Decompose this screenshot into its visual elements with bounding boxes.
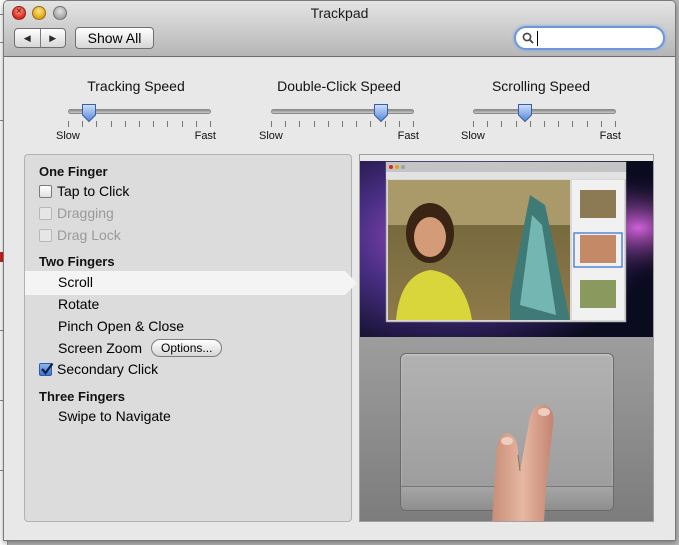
tracking-speed-thumb[interactable] [81, 103, 97, 123]
tracking-speed-label: Tracking Speed [87, 78, 185, 94]
secondary-click-checkbox[interactable] [39, 362, 54, 376]
slider-tick [487, 121, 488, 127]
slider-tick [601, 121, 602, 127]
two-finger-hand-icon [492, 404, 554, 521]
dragging-checkbox [39, 206, 52, 220]
window-title: Trackpad [310, 5, 369, 21]
scrolling-speed-label: Scrolling Speed [491, 78, 591, 94]
window-toolbar: × Trackpad ◀ ▶ Show All [4, 1, 675, 57]
checkmark-icon [41, 362, 54, 375]
forward-button[interactable]: ▶ [41, 29, 66, 47]
scrolling-speed-track[interactable] [473, 109, 616, 114]
trackpad-preferences-window: × Trackpad ◀ ▶ Show All Tracking Speed S… [3, 0, 676, 541]
slider-tick [111, 121, 112, 127]
drag-lock-row: Drag Lock [39, 227, 121, 243]
slider-tick [271, 121, 272, 127]
trackpad-illustration [360, 337, 653, 521]
double-click-speed-track[interactable] [271, 109, 414, 114]
gesture-preview [359, 154, 654, 522]
dragging-label: Dragging [57, 205, 114, 221]
slider-ticks [473, 121, 616, 128]
one-finger-heading: One Finger [39, 164, 108, 179]
slider-tick [299, 121, 300, 127]
slider-tick [615, 121, 616, 127]
search-field[interactable] [514, 26, 665, 50]
slider-tick [342, 121, 343, 127]
slider-max-label: Fast [599, 130, 621, 142]
pinch-row[interactable]: Pinch Open & Close [58, 318, 184, 334]
desktop-preview-image [360, 155, 653, 337]
show-all-button[interactable]: Show All [75, 27, 154, 49]
slider-tick [572, 121, 573, 127]
slider-tick [210, 121, 211, 127]
dragging-row: Dragging [39, 205, 114, 221]
two-fingers-heading: Two Fingers [39, 254, 115, 269]
tap-to-click-row[interactable]: Tap to Click [39, 183, 129, 199]
drag-lock-label: Drag Lock [57, 227, 121, 243]
slider-tick [356, 121, 357, 127]
slider-tick [473, 121, 474, 127]
scrolling-speed-slider-group: Scrolling Speed Slow Fast [461, 78, 621, 148]
drag-lock-checkbox [39, 228, 52, 242]
back-button[interactable]: ◀ [15, 29, 41, 47]
double-click-speed-slider-group: Double-Click Speed Slow Fast [259, 78, 419, 148]
slider-tick [399, 121, 400, 127]
slider-tick [196, 121, 197, 127]
double-click-speed-label: Double-Click Speed [277, 78, 401, 94]
three-fingers-heading: Three Fingers [39, 389, 125, 404]
search-input[interactable] [536, 30, 656, 46]
slider-tick [328, 121, 329, 127]
screen-zoom-options-button[interactable]: Options... [151, 339, 223, 357]
slider-tick [139, 121, 140, 127]
slider-tick [125, 121, 126, 127]
secondary-click-label: Secondary Click [57, 361, 159, 377]
screen-zoom-label: Screen Zoom [58, 340, 143, 356]
slider-tick [558, 121, 559, 127]
slider-min-label: Slow [259, 130, 283, 142]
slider-max-label: Fast [194, 130, 216, 142]
forward-arrow-icon: ▶ [49, 32, 57, 43]
selection-arrow [345, 271, 357, 295]
double-click-speed-thumb[interactable] [373, 103, 389, 123]
back-arrow-icon: ◀ [23, 32, 31, 43]
slider-min-label: Slow [56, 130, 80, 142]
secondary-click-row[interactable]: Secondary Click [39, 361, 158, 377]
slider-tick [370, 121, 371, 127]
scrolling-speed-thumb[interactable] [517, 103, 533, 123]
rotate-row[interactable]: Rotate [58, 296, 99, 312]
slider-min-label: Slow [461, 130, 485, 142]
tap-to-click-checkbox[interactable] [39, 184, 52, 198]
slider-max-label: Fast [397, 130, 419, 142]
slider-tick [544, 121, 545, 127]
screen-zoom-row[interactable]: Screen Zoom Options... [58, 339, 223, 357]
slider-tick [153, 121, 154, 127]
slider-ticks [271, 121, 414, 128]
scroll-row[interactable]: Scroll [58, 274, 93, 290]
search-icon [522, 32, 534, 44]
slider-tick [413, 121, 414, 127]
gesture-list-panel: One Finger Tap to Click Dragging Drag Lo… [24, 154, 357, 522]
tap-to-click-label: Tap to Click [57, 183, 130, 199]
text-caret [537, 31, 538, 46]
tracking-speed-slider-group: Tracking Speed Slow Fast [56, 78, 216, 148]
slider-tick [68, 121, 69, 127]
swipe-to-navigate-row[interactable]: Swipe to Navigate [58, 408, 171, 424]
back-forward-control: ◀ ▶ [14, 28, 66, 48]
slider-tick [167, 121, 168, 127]
slider-tick [285, 121, 286, 127]
slider-tick [587, 121, 588, 127]
slider-tick [501, 121, 502, 127]
slider-tick [182, 121, 183, 127]
slider-tick [314, 121, 315, 127]
preview-screen [360, 155, 653, 337]
